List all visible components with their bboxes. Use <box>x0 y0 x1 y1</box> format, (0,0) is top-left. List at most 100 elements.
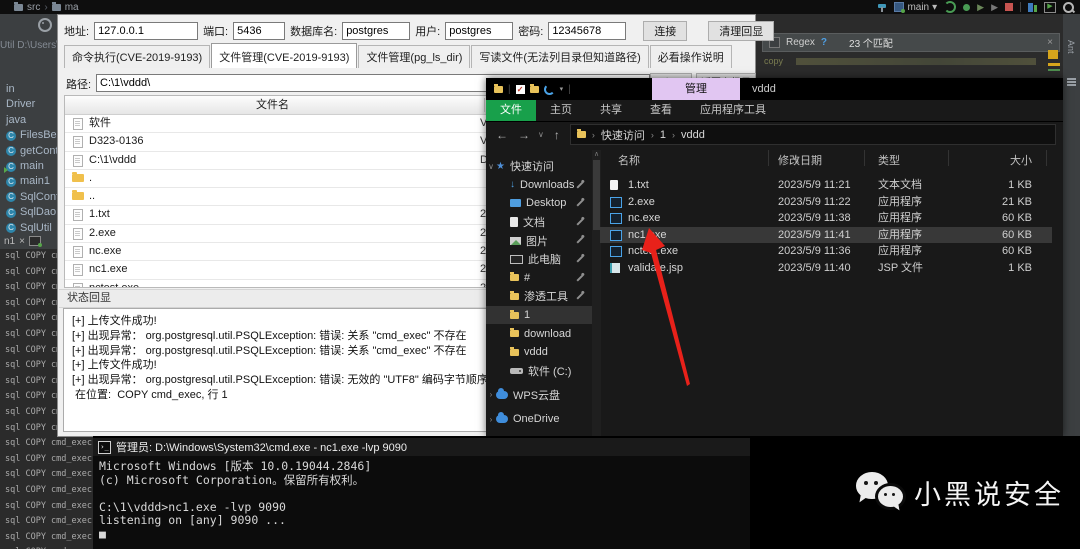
file-row[interactable]: nc1.exe 2023/5/9 11:41 应用程序 60 KB <box>600 226 1052 244</box>
breadcrumb-item[interactable]: 快速访问 <box>601 127 645 143</box>
sidebar-item[interactable]: 图片 <box>486 231 592 250</box>
debug-icon[interactable] <box>963 3 971 11</box>
tool-tab[interactable]: 写读文件(无法列目录但知道路径) <box>471 45 649 68</box>
sidebar-item[interactable]: ∨ ★ 快速访问 <box>486 157 592 176</box>
sidebar-item[interactable]: download <box>486 324 592 343</box>
project-item-label: main <box>20 159 44 172</box>
close-icon[interactable]: × <box>1047 37 1053 48</box>
column-divider[interactable] <box>948 150 949 166</box>
sidebar-item[interactable]: › OneDrive <box>486 410 592 429</box>
chevron-down-icon[interactable]: ▾ <box>560 85 564 93</box>
password-input[interactable] <box>548 22 627 40</box>
editor-marker <box>1048 50 1058 59</box>
breadcrumb-ma[interactable]: ma <box>65 2 79 13</box>
stop-icon[interactable] <box>1005 3 1013 11</box>
close-icon[interactable]: × <box>19 236 25 247</box>
sidebar-item[interactable]: 渗透工具 <box>486 287 592 306</box>
file-menu-button[interactable]: 文件 <box>486 100 536 121</box>
sidebar-item[interactable]: # <box>486 269 592 288</box>
back-icon[interactable]: ← <box>496 128 508 142</box>
column-divider[interactable] <box>768 150 769 166</box>
port-input[interactable] <box>233 22 286 40</box>
breadcrumb-src[interactable]: src <box>27 2 40 13</box>
database-input[interactable] <box>342 22 411 40</box>
sidebar-item[interactable]: vddd <box>486 343 592 362</box>
ribbon-tab[interactable]: 应用程序工具 <box>686 100 780 121</box>
cloud-icon <box>496 387 508 399</box>
sidebar-item[interactable]: ↓ Downloads <box>486 176 592 195</box>
filename-column-header[interactable]: 文件名 <box>65 96 480 114</box>
file-date: 2023/5/9 11:36 <box>778 245 851 258</box>
clear-output-button[interactable]: 清理回显 <box>708 21 775 41</box>
sidebar-item[interactable]: 软件 (C:) <box>486 362 592 381</box>
file-name: .. <box>89 190 96 203</box>
ribbon-tab[interactable]: 主页 <box>536 100 586 121</box>
user-label: 用户: <box>415 26 441 38</box>
ribbon-tab[interactable]: 查看 <box>636 100 686 121</box>
editor-marker <box>1048 63 1060 66</box>
address-input[interactable] <box>94 22 199 40</box>
help-icon[interactable]: ? <box>821 37 827 48</box>
ide-breadcrumb[interactable]: src › ma <box>14 1 79 13</box>
file-row[interactable]: nctest.exe 2023/5/9 11:36 应用程序 60 KB <box>600 243 1052 260</box>
column-header[interactable]: 类型 <box>878 150 900 172</box>
ide-search-bar[interactable]: Regex ? 23 个匹配 × <box>762 33 1060 52</box>
layout-icon[interactable] <box>1028 2 1037 12</box>
sidebar-item[interactable]: 1 <box>486 305 592 325</box>
file-date: 2023/5/9 11:40 <box>778 261 851 274</box>
cmd-line: listening on [any] 9090 ... <box>99 513 286 527</box>
gear-icon[interactable] <box>38 18 52 32</box>
cmd-line: Microsoft Windows [版本 10.0.19044.2846] <box>99 459 372 473</box>
recent-locations-icon[interactable]: ∨ <box>538 130 544 139</box>
new-folder-icon[interactable] <box>529 83 539 93</box>
tool-tab[interactable]: 必看操作说明 <box>649 45 732 68</box>
file-row[interactable]: 2.exe 2023/5/9 11:22 应用程序 21 KB <box>600 194 1052 211</box>
file-size: 1 KB <box>1008 179 1032 191</box>
breadcrumb-item[interactable]: vddd <box>681 129 705 141</box>
folder-icon[interactable] <box>494 83 503 93</box>
rerun-icon[interactable] <box>944 1 957 13</box>
scrollbar-thumb[interactable] <box>593 160 600 230</box>
expander-icon[interactable]: ∨ <box>486 162 496 171</box>
run-coverage-icon[interactable]: ▶ <box>977 2 984 12</box>
user-input[interactable] <box>445 22 514 40</box>
sidebar-item[interactable]: › WPS云盘 <box>486 386 592 405</box>
divider: | <box>508 83 511 95</box>
column-header[interactable]: 名称 <box>618 150 640 172</box>
properties-icon[interactable]: ✓ <box>515 84 525 94</box>
build-icon[interactable] <box>878 3 887 12</box>
file-row[interactable]: nc.exe 2023/5/9 11:38 应用程序 60 KB <box>600 210 1052 227</box>
forward-icon[interactable]: → <box>518 128 530 142</box>
tool-tab[interactable]: 命令执行(CVE-2019-9193) <box>64 45 211 68</box>
run-config-selector[interactable]: main ▾ <box>894 2 937 13</box>
expander-icon[interactable]: › <box>486 390 496 399</box>
tool-tab[interactable]: 文件管理(pg_ls_dir) <box>358 45 471 68</box>
sidebar-item[interactable]: 此电脑 <box>486 250 592 269</box>
database-icon[interactable] <box>1067 78 1076 80</box>
breadcrumb-item[interactable]: 1 <box>660 129 666 141</box>
profile-icon[interactable]: ▶ <box>991 2 998 12</box>
pin-icon <box>576 218 584 226</box>
cmd-output[interactable]: Microsoft Windows [版本 10.0.19044.2846] (c… <box>93 456 750 545</box>
column-header[interactable]: 大小 <box>952 150 1032 172</box>
undo-icon[interactable] <box>543 83 555 95</box>
column-divider[interactable] <box>864 150 865 166</box>
tool-tab[interactable]: 文件管理(CVE-2019-9193) <box>211 43 358 68</box>
column-divider[interactable] <box>1046 150 1047 166</box>
column-header[interactable]: 修改日期 <box>778 150 822 172</box>
file-row[interactable]: 1.txt 2023/5/9 11:21 文本文档 1 KB <box>600 177 1052 194</box>
manage-ribbon-tab[interactable]: 管理 <box>652 78 740 100</box>
sidebar-item[interactable]: 文档 <box>486 213 592 232</box>
ant-tool-button[interactable]: Ant <box>1066 40 1076 54</box>
address-breadcrumb[interactable]: › 快速访问 › 1 › vddd <box>569 124 1056 145</box>
ribbon-tab[interactable]: 共享 <box>586 100 636 121</box>
up-icon[interactable]: ↑ <box>554 128 560 142</box>
sidebar-item[interactable]: Desktop <box>486 194 592 213</box>
file-row[interactable]: validate.jsp 2023/5/9 11:40 JSP 文件 1 KB <box>600 260 1052 277</box>
expander-icon[interactable]: › <box>486 415 496 424</box>
connect-button[interactable]: 连接 <box>643 21 688 41</box>
cmd-title-bar[interactable]: ›_ 管理员: D:\Windows\System32\cmd.exe - nc… <box>93 438 750 456</box>
search-icon[interactable] <box>1063 1 1074 13</box>
run-anything-icon[interactable]: ▶ <box>1044 1 1056 13</box>
window-title: vddd <box>752 83 776 95</box>
